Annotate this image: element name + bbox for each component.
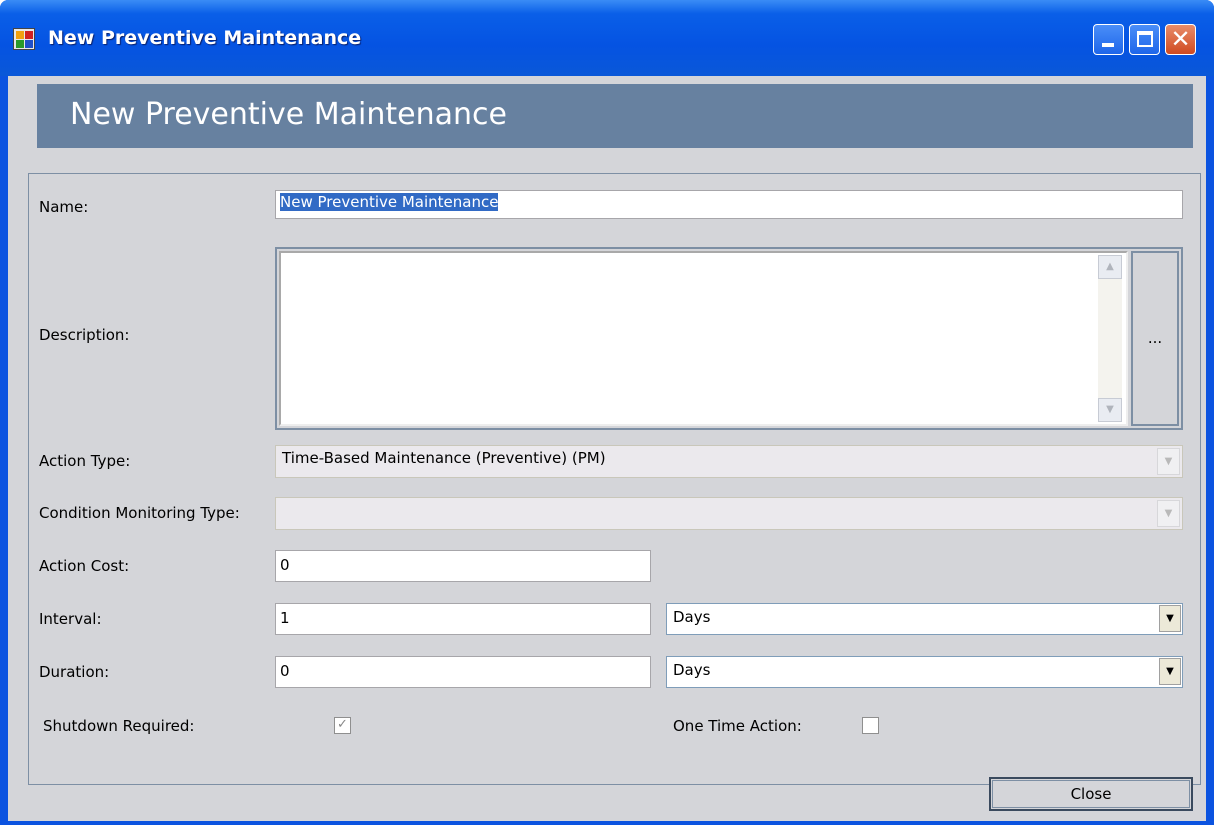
check-icon: ✓ bbox=[337, 717, 348, 732]
duration-input[interactable]: 0 bbox=[275, 656, 651, 688]
description-label: Description: bbox=[39, 326, 130, 344]
scroll-down-icon[interactable]: ▼ bbox=[1098, 398, 1122, 422]
description-group: ▲ ▼ ... bbox=[275, 247, 1183, 430]
name-label: Name: bbox=[39, 198, 89, 216]
interval-unit-select[interactable]: Days ▼ bbox=[666, 603, 1183, 635]
window-frame-bottom bbox=[0, 821, 1214, 825]
window-title: New Preventive Maintenance bbox=[48, 27, 362, 49]
action-type-value: Time-Based Maintenance (Preventive) (PM) bbox=[282, 449, 606, 467]
app-icon[interactable] bbox=[13, 28, 35, 50]
maximize-icon bbox=[1137, 31, 1153, 47]
close-icon: ✕ bbox=[1170, 25, 1191, 53]
condition-monitoring-type-label: Condition Monitoring Type: bbox=[39, 504, 240, 522]
banner-title: New Preventive Maintenance bbox=[70, 97, 507, 132]
description-textarea[interactable]: ▲ ▼ bbox=[279, 251, 1128, 426]
close-button[interactable]: Close bbox=[989, 777, 1193, 811]
description-expand-button[interactable]: ... bbox=[1131, 251, 1179, 426]
chevron-down-icon[interactable]: ▼ bbox=[1157, 448, 1180, 475]
title-bar[interactable]: New Preventive Maintenance ✕ bbox=[0, 0, 1214, 76]
one-time-action-label: One Time Action: bbox=[673, 717, 802, 735]
minimize-button[interactable] bbox=[1093, 24, 1124, 55]
maximize-button[interactable] bbox=[1129, 24, 1160, 55]
duration-label: Duration: bbox=[39, 663, 110, 681]
duration-unit-value: Days bbox=[673, 661, 711, 679]
chevron-down-icon[interactable]: ▼ bbox=[1157, 500, 1180, 527]
action-cost-input[interactable]: 0 bbox=[275, 550, 651, 582]
action-type-label: Action Type: bbox=[39, 452, 131, 470]
action-cost-label: Action Cost: bbox=[39, 557, 130, 575]
name-input[interactable]: New Preventive Maintenance bbox=[275, 190, 1183, 219]
minimize-icon bbox=[1102, 43, 1114, 47]
close-window-button[interactable]: ✕ bbox=[1165, 24, 1196, 55]
one-time-action-checkbox[interactable] bbox=[862, 717, 879, 734]
chevron-down-icon[interactable]: ▼ bbox=[1159, 658, 1181, 685]
header-banner: New Preventive Maintenance bbox=[37, 84, 1193, 148]
shutdown-required-checkbox[interactable]: ✓ bbox=[334, 717, 351, 734]
interval-input[interactable]: 1 bbox=[275, 603, 651, 635]
action-type-select[interactable]: Time-Based Maintenance (Preventive) (PM)… bbox=[275, 445, 1183, 478]
condition-monitoring-type-select[interactable]: ▼ bbox=[275, 497, 1183, 530]
name-input-value: New Preventive Maintenance bbox=[280, 193, 499, 211]
duration-unit-select[interactable]: Days ▼ bbox=[666, 656, 1183, 688]
chevron-down-icon[interactable]: ▼ bbox=[1159, 605, 1181, 632]
shutdown-required-label: Shutdown Required: bbox=[43, 717, 195, 735]
description-scrollbar[interactable]: ▲ ▼ bbox=[1098, 255, 1122, 422]
interval-unit-value: Days bbox=[673, 608, 711, 626]
dialog-window: New Preventive Maintenance ✕ New Prevent… bbox=[0, 0, 1214, 825]
dialog-client-area: New Preventive Maintenance Name: New Pre… bbox=[8, 76, 1206, 825]
form-panel: Name: New Preventive Maintenance Descrip… bbox=[28, 173, 1201, 785]
scroll-up-icon[interactable]: ▲ bbox=[1098, 255, 1122, 279]
interval-label: Interval: bbox=[39, 610, 102, 628]
